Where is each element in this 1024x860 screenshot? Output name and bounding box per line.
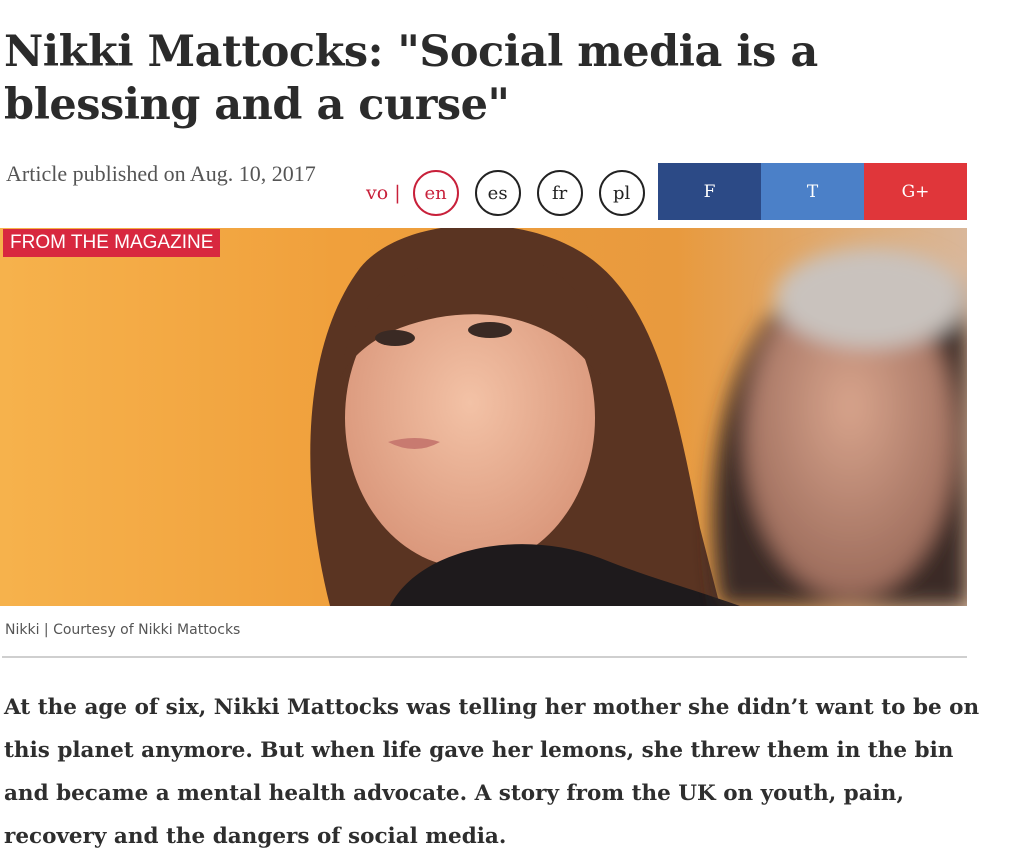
- publish-date: Article published on Aug. 10, 2017: [6, 161, 316, 186]
- article-photo: [0, 228, 967, 606]
- share-twitter-button[interactable]: T: [761, 163, 864, 220]
- photo-caption: Nikki | Courtesy of Nikki Mattocks: [5, 622, 241, 638]
- share-facebook-button[interactable]: F: [658, 163, 761, 220]
- article-title: Nikki Mattocks: "Social media is a bless…: [4, 27, 818, 130]
- share-googleplus-button[interactable]: G+: [864, 163, 967, 220]
- lang-en-button[interactable]: en: [412, 170, 459, 216]
- section-tag[interactable]: FROM THE MAGAZINE: [3, 229, 221, 257]
- article-lead: At the age of six, Nikki Mattocks was te…: [4, 695, 980, 849]
- lang-es-button[interactable]: es: [474, 170, 521, 216]
- divider: [2, 656, 967, 658]
- lang-pl-button[interactable]: pl: [598, 170, 645, 216]
- language-selector: vo | en es fr pl: [366, 170, 661, 216]
- original-version-label[interactable]: vo |: [366, 182, 401, 204]
- lang-fr-button[interactable]: fr: [536, 170, 583, 216]
